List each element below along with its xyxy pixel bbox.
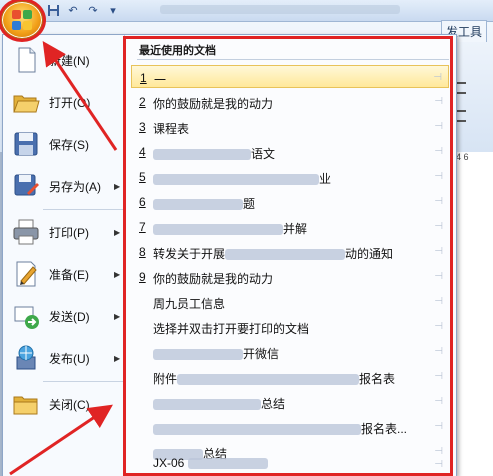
menu-item-label: 保存(S) xyxy=(49,137,89,152)
annotation-highlight-box xyxy=(123,36,453,476)
menu-separator xyxy=(43,209,123,210)
menu-item-label: 准备(E) xyxy=(49,267,89,282)
submenu-arrow-icon: ▶ xyxy=(114,269,121,279)
printer-icon xyxy=(11,217,41,247)
document-page xyxy=(452,152,493,476)
submenu-arrow-icon: ▶ xyxy=(114,311,121,321)
ruler-numbers: 4 6 xyxy=(456,152,469,162)
undo-icon[interactable]: ↶ xyxy=(64,2,82,19)
menu-item-label: 打开(O) xyxy=(49,95,91,110)
send-icon xyxy=(11,301,41,331)
menu-item-print[interactable]: 打印(P) ▶ xyxy=(3,211,125,253)
menu-item-prepare[interactable]: 准备(E) ▶ xyxy=(3,253,125,295)
submenu-arrow-icon: ▶ xyxy=(114,181,121,191)
title-bar: ↶ ↷ ▾ xyxy=(0,0,493,22)
ribbon-align-icons xyxy=(452,82,492,138)
save-as-icon xyxy=(11,171,41,201)
window-title-blurred xyxy=(160,5,400,14)
menu-item-new[interactable]: 新建(N) xyxy=(3,39,125,81)
menu-separator xyxy=(43,381,123,382)
save-icon xyxy=(11,129,41,159)
redo-icon[interactable]: ↷ xyxy=(84,2,102,19)
menu-item-label: 新建(N) xyxy=(49,53,90,68)
menu-item-label: 关闭(C) xyxy=(49,397,90,412)
menu-item-label: 发送(D) xyxy=(49,309,90,324)
menu-item-open[interactable]: 打开(O) xyxy=(3,81,125,123)
office-menu: 新建(N) 打开(O) 保存(S) 另存为(A) ▶ 打印(P) ▶ 准备(E)… xyxy=(2,34,457,476)
customize-toolbar-icon[interactable]: ▾ xyxy=(104,2,122,19)
menu-item-send[interactable]: 发送(D) ▶ xyxy=(3,295,125,337)
prepare-icon xyxy=(11,259,41,289)
menu-item-label: 打印(P) xyxy=(49,225,89,240)
close-folder-icon xyxy=(11,389,41,419)
quick-access-toolbar: ↶ ↷ ▾ xyxy=(44,2,122,19)
menu-item-label: 另存为(A) xyxy=(49,179,101,194)
new-document-icon xyxy=(11,45,41,75)
menu-item-save[interactable]: 保存(S) xyxy=(3,123,125,165)
submenu-arrow-icon: ▶ xyxy=(114,227,121,237)
menu-item-close[interactable]: 关闭(C) xyxy=(3,383,125,425)
publish-icon xyxy=(11,343,41,373)
submenu-arrow-icon: ▶ xyxy=(114,353,121,363)
menu-item-label: 发布(U) xyxy=(49,351,90,366)
menu-item-publish[interactable]: 发布(U) ▶ xyxy=(3,337,125,379)
save-icon[interactable] xyxy=(44,2,62,19)
menu-commands: 新建(N) 打开(O) 保存(S) 另存为(A) ▶ 打印(P) ▶ 准备(E)… xyxy=(3,35,125,476)
open-folder-icon xyxy=(11,87,41,117)
menu-item-save-as[interactable]: 另存为(A) ▶ xyxy=(3,165,125,207)
